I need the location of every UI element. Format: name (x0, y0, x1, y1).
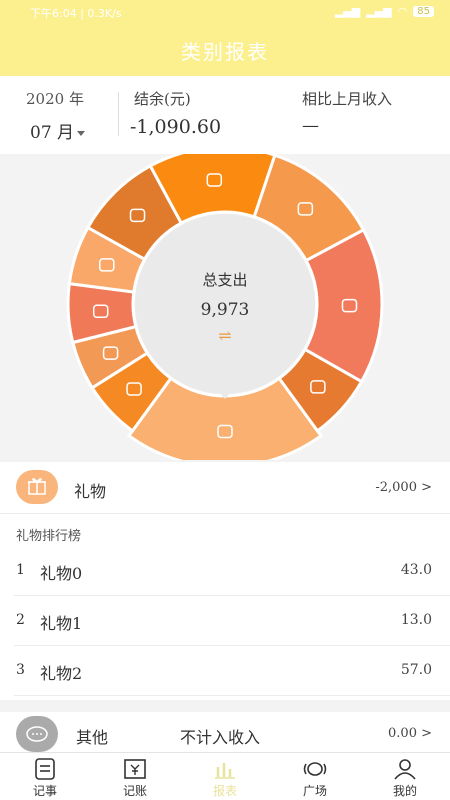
expense-donut-chart: 总支出 9,973 ⇌ (0, 154, 450, 460)
status-icons: ▂▄▆ ▂▄▆ ◠ 85 (335, 5, 434, 18)
ranking-panel: 礼物排行榜 1 礼物0 43.0 2 礼物1 13.0 3 礼物2 57.0 (0, 514, 450, 700)
tab-label: 广场 (302, 784, 327, 798)
other-category-amount: 0.00 > (388, 726, 432, 741)
user-icon (394, 759, 416, 780)
chart-center-value: 9,973 (200, 300, 250, 320)
ranking-row[interactable]: 2 礼物1 13.0 (14, 596, 450, 646)
month-selector[interactable]: 07 月 (30, 118, 86, 143)
ranking-row[interactable]: 3 礼物2 57.0 (14, 646, 450, 696)
rank-value: 43.0 (400, 562, 432, 578)
compare-value: — (302, 116, 319, 136)
rank-number: 1 (16, 562, 25, 578)
rank-name: 礼物0 (40, 564, 83, 583)
ranking-row[interactable]: 1 礼物0 43.0 (14, 546, 450, 596)
tab-plaza[interactable]: 广场 (270, 753, 360, 800)
rank-value: 13.0 (400, 612, 432, 628)
chart-icon (215, 763, 235, 779)
rank-name: 礼物1 (40, 614, 83, 633)
other-category-row[interactable]: 其他 不计入收入 0.00 > (0, 712, 450, 752)
battery-icon: 85 (413, 6, 434, 17)
divider (118, 92, 119, 136)
switch-icon[interactable]: ⇌ (205, 326, 245, 345)
month-label: 07 月 (30, 123, 75, 143)
rank-name: 礼物2 (40, 664, 83, 683)
balance-value: -1,090.60 (130, 116, 222, 138)
status-time: 下午6:04 | 0.3K/s (30, 7, 122, 20)
chart-center-label: 总支出 (202, 271, 248, 289)
tab-label: 记事 (32, 784, 57, 798)
tab-label: 报表 (212, 784, 237, 798)
summary-panel: 2020 年 07 月 结余(元) -1,090.60 相比上月收入 — (0, 76, 450, 154)
selected-category-row[interactable]: 礼物 -2,000 > (0, 462, 450, 514)
page-title: 类别报表 (181, 39, 269, 64)
other-category-note: 不计入收入 (180, 728, 261, 747)
selected-category-amount: -2,000 > (375, 480, 432, 495)
rank-number: 3 (16, 662, 25, 678)
rank-value: 57.0 (400, 662, 432, 678)
caret-down-icon (77, 131, 86, 136)
gift-icon (16, 470, 58, 504)
status-bar: 下午6:04 | 0.3K/s ▂▄▆ ▂▄▆ ◠ 85 (0, 0, 450, 24)
tab-mine[interactable]: 我的 (360, 753, 450, 800)
tab-notes[interactable]: 记事 (0, 753, 90, 800)
bottom-tab-bar: 记事 记账 报表 广场 我的 (0, 752, 450, 800)
plaza-icon (303, 762, 327, 776)
ranking-title: 礼物排行榜 (16, 529, 82, 544)
signal-icon-2: ▂▄▆ (366, 5, 392, 18)
tab-label: 我的 (392, 784, 417, 798)
selected-category-name: 礼物 (74, 482, 107, 501)
title-bar: 类别报表 (0, 24, 450, 76)
other-category-name: 其他 (76, 728, 109, 747)
rank-number: 2 (16, 612, 25, 628)
chat-icon (16, 716, 58, 752)
tab-label: 记账 (122, 784, 147, 798)
wifi-icon: ◠ (397, 5, 408, 18)
note-icon (35, 758, 55, 780)
signal-icon: ▂▄▆ (334, 5, 361, 18)
balance-label: 结余(元) (134, 90, 191, 108)
compare-label: 相比上月收入 (302, 90, 393, 108)
tab-ledger[interactable]: 记账 (90, 753, 180, 800)
year-label[interactable]: 2020 年 (26, 88, 84, 109)
ledger-icon (124, 759, 146, 779)
tab-report[interactable]: 报表 (180, 753, 270, 800)
